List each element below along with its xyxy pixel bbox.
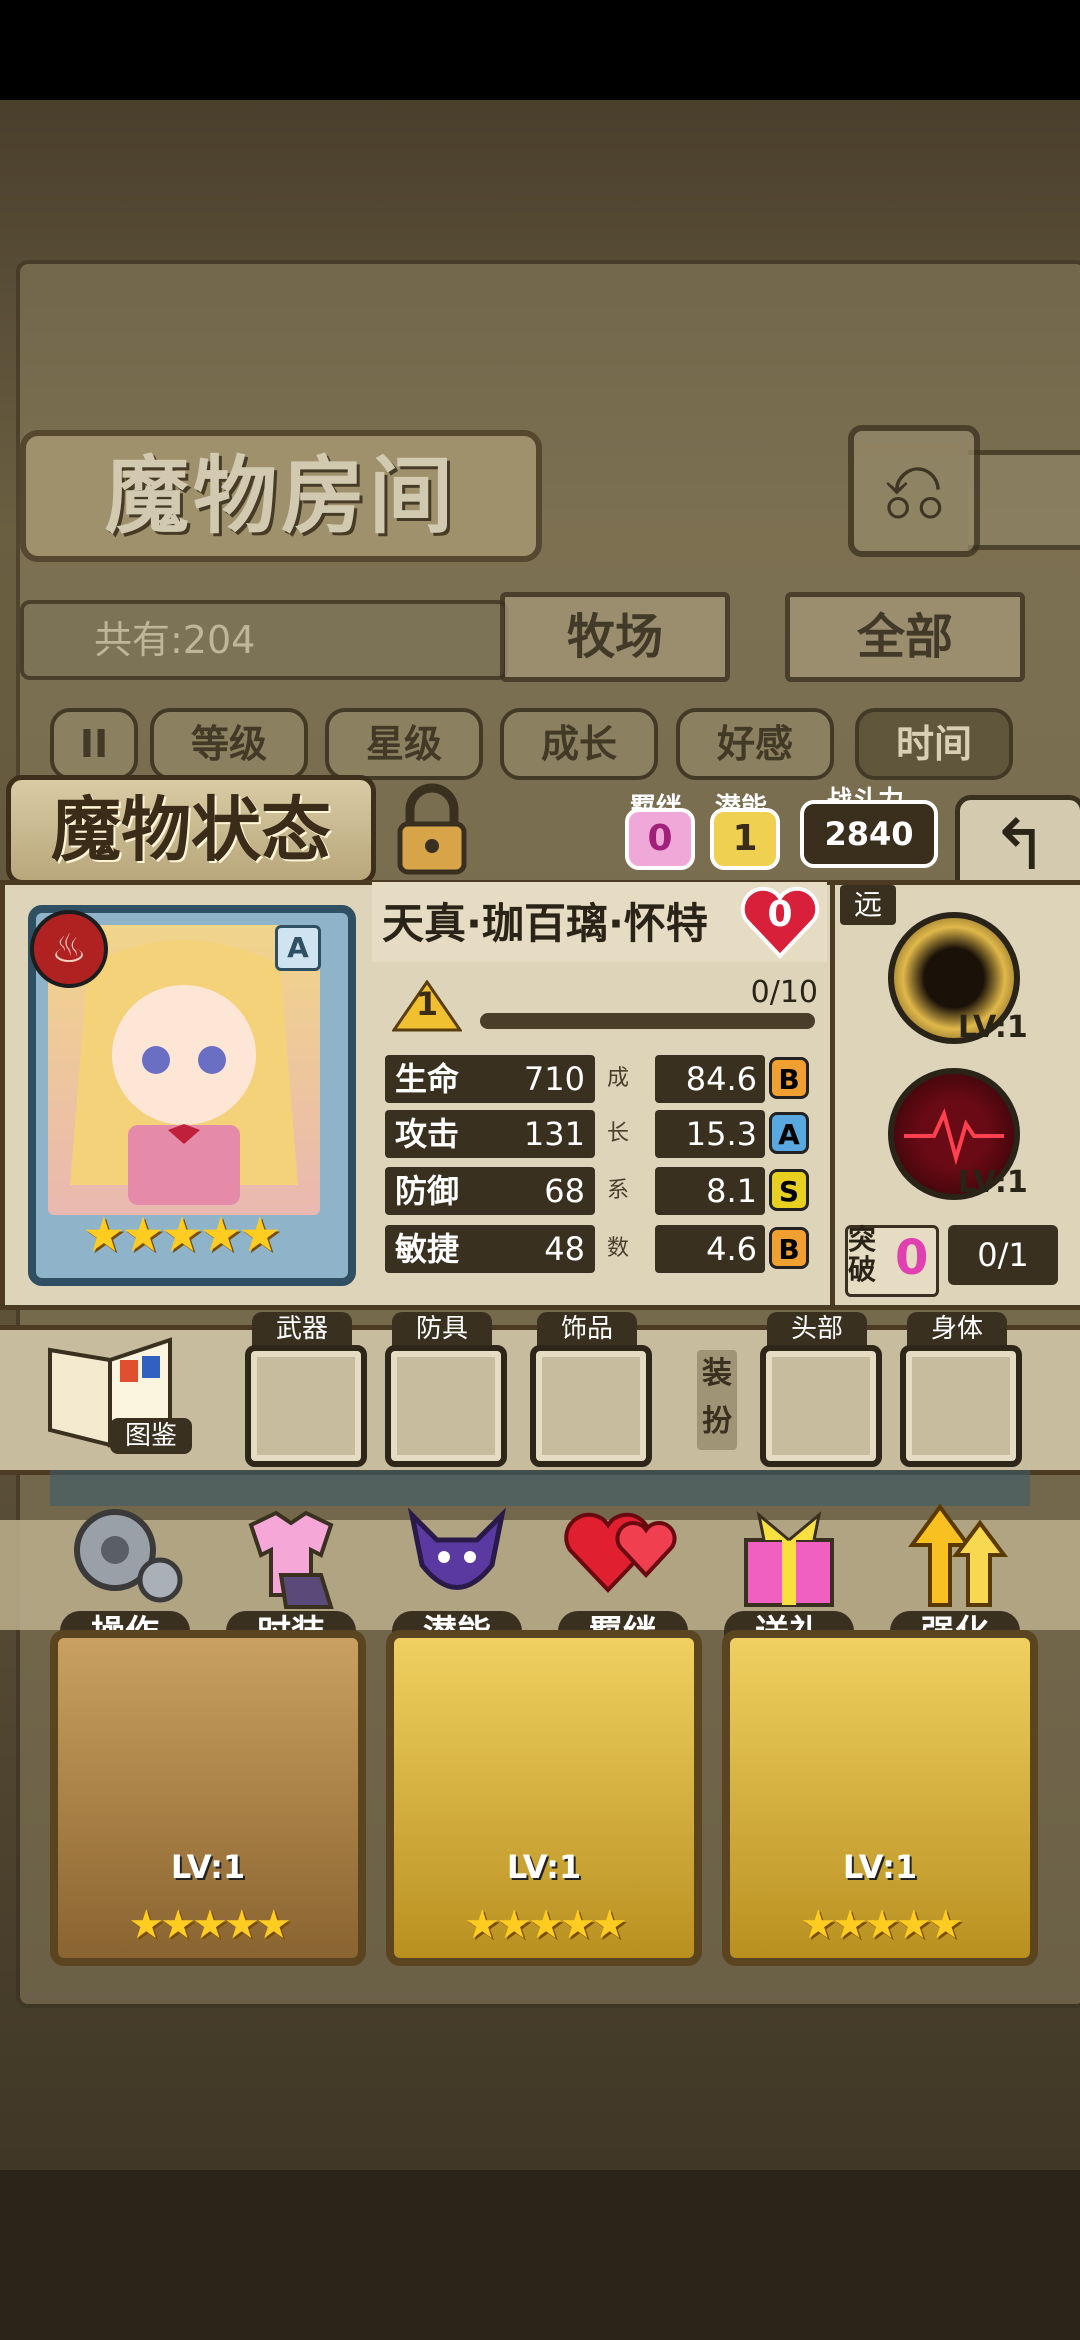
- head-slot[interactable]: [760, 1345, 882, 1467]
- exp-text: 0/10: [750, 975, 818, 1010]
- monster-card[interactable]: LV:1 ★★★★★: [50, 1630, 366, 1966]
- tab-all[interactable]: 全部: [785, 592, 1025, 682]
- monster-card[interactable]: LV:1 ★★★★★: [722, 1630, 1038, 1966]
- stat-growth: 84.6: [655, 1055, 765, 1103]
- body-slot[interactable]: [900, 1345, 1022, 1467]
- stat-growth: 8.1: [655, 1167, 765, 1215]
- break-value: 0: [895, 1230, 929, 1286]
- star-rating: ★★★★★: [82, 1207, 281, 1263]
- stat-value: 710: [523, 1060, 585, 1098]
- card-row-top: [50, 1470, 1030, 1506]
- armor-slot[interactable]: [385, 1345, 507, 1467]
- sort-star-button[interactable]: 星级: [325, 708, 483, 780]
- demon-icon: [407, 1507, 507, 1590]
- grade-badge: B: [769, 1227, 809, 1269]
- level-value: 1: [415, 985, 439, 1023]
- slot-label: 武器: [252, 1312, 352, 1346]
- break-progress: 0/1: [948, 1225, 1058, 1285]
- range-badge: 远: [840, 885, 896, 925]
- room-title: 魔物房间: [20, 430, 542, 562]
- stat-row: 敏捷 48 数 4.6 B: [385, 1225, 815, 1273]
- stat-row: 生命 710 成 84.6 B: [385, 1055, 815, 1103]
- monster-card[interactable]: LV:1 ★★★★★: [386, 1630, 702, 1966]
- lock-icon[interactable]: [382, 780, 482, 880]
- grade-badge: B: [769, 1057, 809, 1099]
- return-icon: ⎌: [882, 444, 946, 537]
- stat-mid-char: 系: [607, 1178, 630, 1203]
- stat-mid-char: 成: [607, 1066, 630, 1091]
- skill-level: LV:1: [958, 1165, 1028, 1200]
- card-level: LV:1: [842, 1848, 918, 1886]
- status-title: 魔物状态: [6, 775, 376, 885]
- outfit-icon: [248, 1510, 334, 1609]
- gift-icon: [744, 1511, 834, 1607]
- stat-growth: 15.3: [655, 1110, 765, 1158]
- gear-icon: [74, 1509, 183, 1603]
- monster-name: 天真·珈百璃·怀特: [382, 899, 708, 948]
- stat-mid-char: 长: [607, 1121, 630, 1146]
- top-back-button[interactable]: ⎌: [848, 425, 980, 557]
- skill-level: LV:1: [958, 1010, 1028, 1045]
- stat-row: 防御 68 系 8.1 S: [385, 1167, 815, 1215]
- accessory-slot[interactable]: [530, 1345, 652, 1467]
- sort-time-button[interactable]: 时间: [855, 708, 1013, 780]
- slot-label: 头部: [767, 1312, 867, 1346]
- sort-affection-button[interactable]: 好感: [676, 708, 834, 780]
- sort-growth-button[interactable]: 成长: [500, 708, 658, 780]
- heart-icon: 0: [740, 884, 820, 960]
- grade-badge: A: [769, 1112, 809, 1154]
- fire-icon: ♨: [30, 910, 108, 988]
- card-level: LV:1: [506, 1848, 582, 1886]
- collection-count: 共有:204: [20, 600, 508, 680]
- card-stars: ★★★★★: [128, 1902, 291, 1948]
- power-value: 2840: [800, 800, 938, 868]
- card-level: LV:1: [170, 1848, 246, 1886]
- exp-bar: [480, 1013, 815, 1029]
- grade-badge: S: [769, 1169, 809, 1211]
- slot-label: 身体: [907, 1312, 1007, 1346]
- stat-growth: 4.6: [655, 1225, 765, 1273]
- bottom-area: [0, 2170, 1080, 2340]
- stat-row: 攻击 131 长 15.3 A: [385, 1110, 815, 1158]
- card-stars: ★★★★★: [800, 1902, 963, 1948]
- stat-value: 48: [544, 1230, 585, 1268]
- stat-value: 131: [523, 1115, 585, 1153]
- top-back-extension: [968, 450, 1080, 550]
- upgrade-arrows-icon: [908, 1503, 1008, 1607]
- weapon-slot[interactable]: [245, 1345, 367, 1467]
- card-stars: ★★★★★: [464, 1902, 627, 1948]
- heart-value: 0: [767, 894, 793, 935]
- slot-label: 饰品: [537, 1312, 637, 1346]
- sort-order-button[interactable]: II: [50, 708, 138, 780]
- hearts-icon: [564, 1512, 677, 1593]
- book-label: 图鉴: [110, 1418, 192, 1454]
- slot-label: 防具: [392, 1312, 492, 1346]
- potential-value: 1: [710, 808, 780, 870]
- sort-level-button[interactable]: 等级: [150, 708, 308, 780]
- bond-value: 0: [625, 808, 695, 870]
- break-label: 突破: [848, 1223, 877, 1286]
- stat-mid-char: 数: [607, 1236, 630, 1261]
- stat-value: 68: [544, 1172, 585, 1210]
- dress-label: 装扮: [697, 1350, 737, 1450]
- tab-pasture[interactable]: 牧场: [500, 592, 730, 682]
- rank-badge: A: [275, 925, 321, 971]
- return-icon: ↰: [990, 804, 1050, 886]
